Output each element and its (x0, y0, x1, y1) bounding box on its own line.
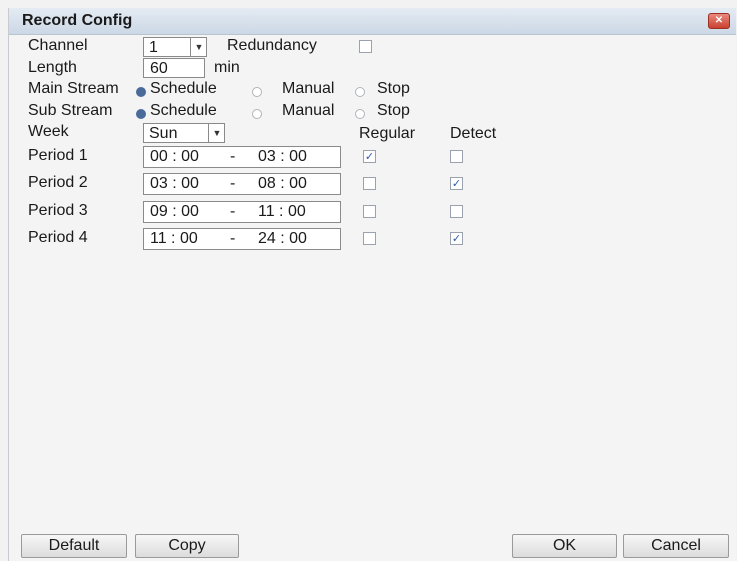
period-label: Period 1 (28, 147, 88, 164)
sub-stream-stop-radio[interactable] (355, 109, 365, 119)
sub-stream-schedule-label: Schedule (150, 102, 217, 119)
period-detect-checkbox[interactable] (450, 150, 463, 163)
main-stream-schedule-radio[interactable] (136, 87, 146, 97)
window-title: Record Config (22, 12, 133, 29)
period-separator: - (230, 148, 236, 165)
period-time-range[interactable]: 00 : 00 - 03 : 00 (143, 146, 341, 168)
period-label: Period 3 (28, 202, 88, 219)
sub-stream-schedule-radio[interactable] (136, 109, 146, 119)
period-time-range[interactable]: 03 : 00 - 08 : 00 (143, 173, 341, 195)
period-separator: - (230, 203, 236, 220)
copy-button[interactable]: Copy (135, 534, 239, 558)
period-time-range[interactable]: 11 : 00 - 24 : 00 (143, 228, 341, 250)
period-detect-checkbox[interactable] (450, 205, 463, 218)
period-start-time[interactable]: 00 : 00 (150, 148, 199, 166)
channel-label: Channel (28, 37, 88, 54)
period-label: Period 2 (28, 174, 88, 191)
period-detect-checkbox[interactable]: ✓ (450, 232, 463, 245)
period-regular-checkbox[interactable] (363, 177, 376, 190)
detect-header: Detect (450, 125, 497, 142)
regular-header: Regular (359, 125, 416, 142)
sub-stream-manual-radio[interactable] (252, 109, 262, 119)
chevron-down-icon: ▼ (208, 124, 225, 142)
channel-select[interactable]: 1 ▼ (143, 37, 207, 57)
sub-stream-stop-label: Stop (377, 102, 410, 119)
week-label: Week (28, 123, 69, 140)
period-separator: - (230, 175, 236, 192)
period-label: Period 4 (28, 229, 88, 246)
length-input[interactable]: 60 (143, 58, 205, 78)
main-stream-stop-label: Stop (377, 80, 410, 97)
redundancy-label: Redundancy (227, 37, 317, 54)
title-bar: Record Config ✕ (9, 8, 736, 35)
cancel-button[interactable]: Cancel (623, 534, 729, 558)
period-end-time[interactable]: 08 : 00 (258, 175, 307, 193)
period-start-time[interactable]: 03 : 00 (150, 175, 199, 193)
channel-value: 1 (149, 39, 158, 56)
period-end-time[interactable]: 11 : 00 (258, 203, 306, 221)
chevron-down-icon: ▼ (190, 38, 207, 56)
close-icon: ✕ (714, 15, 724, 26)
sub-stream-manual-label: Manual (282, 102, 335, 119)
period-end-time[interactable]: 03 : 00 (258, 148, 307, 166)
period-end-time[interactable]: 24 : 00 (258, 230, 307, 248)
period-time-range[interactable]: 09 : 00 - 11 : 00 (143, 201, 341, 223)
main-stream-stop-radio[interactable] (355, 87, 365, 97)
period-regular-checkbox[interactable] (363, 205, 376, 218)
period-start-time[interactable]: 09 : 00 (150, 203, 199, 221)
main-stream-manual-label: Manual (282, 80, 335, 97)
period-detect-checkbox[interactable]: ✓ (450, 177, 463, 190)
week-select[interactable]: Sun ▼ (143, 123, 225, 143)
sub-stream-label: Sub Stream (28, 102, 113, 119)
period-regular-checkbox[interactable] (363, 232, 376, 245)
record-config-window: Record Config ✕ Channel 1 ▼ Redundancy L… (8, 8, 736, 561)
period-regular-checkbox[interactable]: ✓ (363, 150, 376, 163)
length-value: 60 (150, 60, 168, 77)
length-unit: min (214, 59, 240, 76)
default-button[interactable]: Default (21, 534, 127, 558)
main-stream-label: Main Stream (28, 80, 119, 97)
length-label: Length (28, 59, 77, 76)
close-button[interactable]: ✕ (708, 13, 730, 29)
main-stream-schedule-label: Schedule (150, 80, 217, 97)
redundancy-checkbox[interactable] (359, 40, 372, 53)
main-stream-manual-radio[interactable] (252, 87, 262, 97)
period-separator: - (230, 230, 236, 247)
period-start-time[interactable]: 11 : 00 (150, 230, 198, 248)
ok-button[interactable]: OK (512, 534, 617, 558)
week-value: Sun (149, 125, 178, 142)
